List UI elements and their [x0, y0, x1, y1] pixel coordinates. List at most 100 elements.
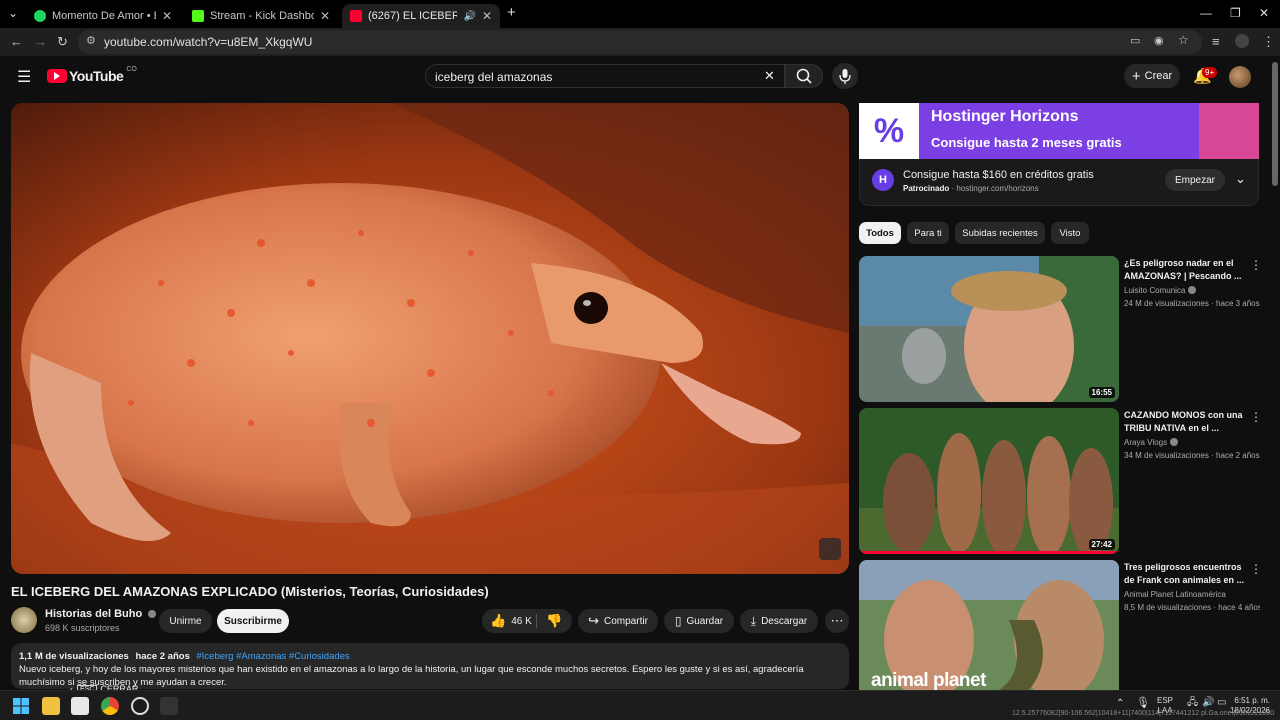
video-player[interactable]: [11, 103, 849, 574]
sponsored-label: Patrocinado: [903, 184, 950, 193]
more-vertical-icon[interactable]: ⋮: [1250, 410, 1262, 424]
close-tab-icon[interactable]: ✕: [320, 9, 330, 23]
browser-tab-kick[interactable]: Stream - Kick Dashboard ✕: [184, 4, 338, 28]
video-description[interactable]: 1,1 M de visualizaciones hace 2 años #Ic…: [11, 643, 849, 689]
chevron-down-icon[interactable]: ⌄: [1235, 171, 1246, 187]
cast-icon[interactable]: ▭: [1130, 34, 1140, 47]
profile-icon[interactable]: [1235, 34, 1249, 48]
audio-playing-icon[interactable]: 🔊: [463, 11, 475, 22]
chip-label: Para ti: [914, 227, 942, 239]
rec-title-1[interactable]: ¿Es peligroso nadar en el AMAZONAS? | Pe…: [1124, 257, 1248, 282]
chip-para-ti[interactable]: Para ti: [907, 222, 949, 244]
maximize-icon[interactable]: ❐: [1230, 6, 1241, 20]
forward-icon[interactable]: →: [34, 34, 47, 49]
tray-microphone-icon[interactable]: 🎙: [1136, 698, 1150, 709]
ad-cta-button[interactable]: Empezar: [1165, 169, 1225, 191]
stream-app-icon[interactable]: [160, 697, 178, 715]
tab-title: Stream - Kick Dashboard: [210, 10, 314, 22]
rec-title-3[interactable]: Tres peligrosos encuentros de Frank con …: [1124, 561, 1248, 586]
url-text[interactable]: youtube.com/watch?v=u8EM_XkgqWU: [104, 35, 312, 49]
subscriber-count: 698 K suscriptores: [45, 623, 120, 633]
rec-channel-name: Araya Vlogs: [1124, 438, 1168, 447]
rec-channel-3[interactable]: Animal Planet Latinoamérica: [1124, 590, 1226, 599]
minimize-icon[interactable]: —: [1200, 6, 1212, 20]
debug-watermark-text: 12.5.25776082|90-106.562|10418+11|7400|1…: [1012, 710, 1275, 717]
browser-tab-youtube[interactable]: (6267) EL ICEBERG DEL AMAZONAS 🔊 ✕: [342, 4, 500, 28]
tray-overflow-icon[interactable]: ⌃: [1116, 699, 1124, 709]
rec-channel-2[interactable]: Araya Vlogs: [1124, 438, 1179, 447]
hostinger-logo-icon: %: [859, 103, 919, 159]
video-title: EL ICEBERG DEL AMAZONAS EXPLICADO (Miste…: [11, 584, 489, 599]
chip-label: Subidas recientes: [962, 227, 1038, 239]
site-info-icon[interactable]: ⚙: [86, 34, 96, 47]
chip-visto[interactable]: Visto: [1051, 222, 1089, 244]
windows-start-icon[interactable]: [13, 698, 29, 714]
video-duration: 27:42: [1088, 539, 1115, 550]
country-code: CO: [126, 65, 137, 73]
close-tab-icon[interactable]: ✕: [482, 9, 492, 23]
like-count[interactable]: 46 K: [511, 616, 532, 627]
share-button[interactable]: ↪ Compartir: [578, 609, 658, 633]
new-tab-icon[interactable]: +: [507, 4, 516, 21]
close-tab-icon[interactable]: ✕: [162, 9, 172, 23]
volume-icon[interactable]: 🔊: [1202, 698, 1214, 708]
ad-banner[interactable]: % Hostinger Horizons Consigue hasta 2 me…: [859, 103, 1259, 159]
save-button[interactable]: ▯ Guardar: [664, 609, 734, 633]
bookmark-star-icon[interactable]: ☆: [1178, 33, 1189, 47]
more-actions-button[interactable]: ⋯: [825, 609, 849, 633]
like-thumb-icon[interactable]: 👍: [490, 613, 506, 629]
rec-channel-1[interactable]: Luisito Comunica: [1124, 286, 1197, 295]
voice-search-button[interactable]: [832, 63, 858, 89]
chip-subidas-recientes[interactable]: Subidas recientes: [955, 222, 1045, 244]
clear-search-icon[interactable]: ✕: [764, 68, 775, 84]
page-scrollbar[interactable]: [1272, 62, 1278, 186]
browser-tab-spotify[interactable]: Momento De Amor • Eddie Santiago ✕: [26, 4, 180, 28]
rec-thumbnail-2[interactable]: 27:42: [859, 408, 1119, 554]
youtube-logo[interactable]: YouTube CO: [47, 65, 137, 84]
file-explorer-icon[interactable]: [42, 697, 60, 715]
browser-menu-icon[interactable]: ⋮: [1262, 34, 1275, 50]
channel-watermark-icon[interactable]: [819, 538, 841, 560]
hamburger-menu-icon[interactable]: ☰: [17, 67, 31, 87]
youtube-play-logo-icon: [47, 69, 67, 83]
rec-title-2[interactable]: CAZANDO MONOS con una TRIBU NATIVA en el…: [1124, 409, 1248, 434]
join-button[interactable]: Unirme: [159, 609, 212, 633]
rec-thumbnail-3[interactable]: animal planet: [859, 560, 1119, 690]
address-bar[interactable]: ⚙ youtube.com/watch?v=u8EM_XkgqWU ▭ ◉ ☆: [78, 30, 1202, 54]
rec-meta-2: 34 M de visualizaciones · hace 2 años: [1124, 451, 1260, 460]
more-vertical-icon[interactable]: ⋮: [1250, 258, 1262, 272]
account-avatar[interactable]: [1229, 66, 1251, 88]
video-frame-frog: [11, 103, 849, 574]
download-button[interactable]: ⤓ Descargar: [740, 609, 818, 633]
more-vertical-icon[interactable]: ⋮: [1250, 562, 1262, 576]
ad-card[interactable]: H Consigue hasta $160 en créditos gratis…: [859, 159, 1259, 206]
channel-name[interactable]: Historias del Buho: [45, 608, 157, 620]
notification-count-badge: 9+: [1202, 67, 1218, 78]
tab-search-icon[interactable]: ⌄: [8, 6, 18, 20]
create-button[interactable]: + Crear: [1124, 64, 1180, 88]
hashtags[interactable]: #Iceberg #Amazonas #Curiosidades: [197, 651, 350, 662]
dislike-thumb-icon[interactable]: 👎: [546, 613, 562, 629]
tab-title: (6267) EL ICEBERG DEL AMAZONAS: [368, 10, 458, 22]
subscribe-button[interactable]: Suscribirme: [217, 609, 289, 633]
obs-app-icon[interactable]: [131, 697, 149, 715]
thumbnail-image-river-fish: [859, 256, 1119, 402]
search-input[interactable]: iceberg del amazonas ✕: [425, 64, 785, 88]
spotify-icon: [34, 10, 46, 22]
download-label: Descargar: [761, 615, 808, 627]
document-app-icon[interactable]: [71, 697, 89, 715]
chip-todos[interactable]: Todos: [859, 222, 901, 244]
network-icon[interactable]: 🖧: [1187, 698, 1198, 708]
reload-icon[interactable]: ↻: [57, 34, 68, 50]
search-button[interactable]: [785, 64, 823, 88]
rec-thumbnail-1[interactable]: 16:55: [859, 256, 1119, 402]
close-window-icon[interactable]: ✕: [1259, 6, 1269, 20]
channel-avatar[interactable]: [11, 607, 37, 633]
kick-icon: [192, 10, 204, 22]
back-icon[interactable]: ←: [10, 34, 23, 49]
rec-channel-name: Luisito Comunica: [1124, 286, 1186, 295]
media-controls-icon[interactable]: ≡: [1212, 34, 1220, 49]
eye-off-icon[interactable]: ◉: [1154, 34, 1164, 47]
thumbnail-image-tribe-jungle: [859, 408, 1119, 554]
chrome-icon[interactable]: [101, 697, 119, 715]
